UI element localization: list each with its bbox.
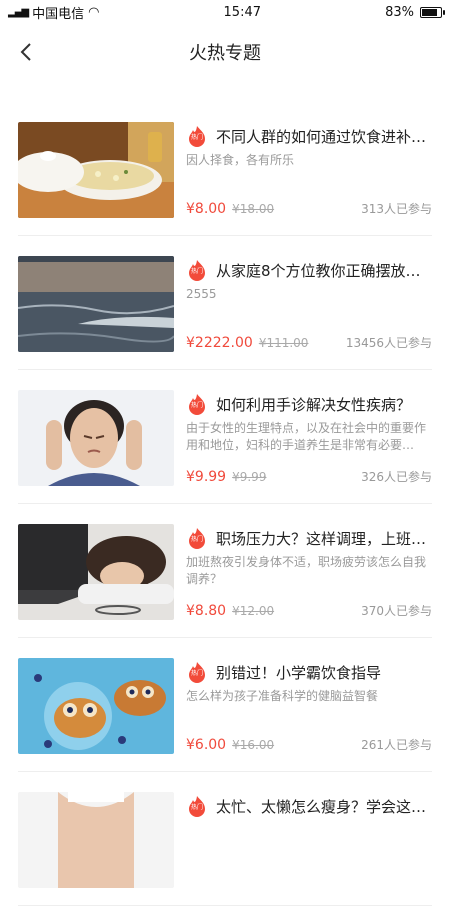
status-time: 15:47 (223, 4, 261, 20)
title-row: 热门 从家庭8个方位教你正确摆放… (186, 258, 432, 282)
topic-desc: 加班熬夜引发身体不适，职场疲劳该怎么自我调养？ (186, 555, 427, 586)
status-right: 83% (385, 4, 445, 20)
battery-fill (422, 8, 437, 16)
topic-desc: 怎么样为孩子准备科学的健脑益智餐 (186, 689, 379, 703)
meta-row: ¥6.00 ¥16.00 261人已参与 (186, 736, 432, 756)
topic-info: 热门 太忙、太懒怎么瘦身？学会这… (186, 794, 432, 890)
topic-desc: 因人择食，各有所乐 (186, 153, 295, 167)
wifi-icon: ◠ (88, 4, 100, 20)
title-row: 热门 职场压力大？这样调理，上班… (186, 526, 432, 550)
page-title: 火热专题 (189, 43, 261, 64)
title-row: 热门 太忙、太懒怎么瘦身？学会这… (186, 794, 432, 818)
topic-info: 热门 职场压力大？这样调理，上班… 加班熬夜引发身体不适，职场疲劳该怎么自我调养… (186, 526, 432, 622)
participant-count: 13456人已参与 (345, 336, 432, 350)
topic-image-woman-headache (18, 390, 174, 486)
status-left: ▂▄▆ 中国电信 ◠ (8, 3, 99, 22)
price: ¥8.80 (186, 603, 227, 619)
participant-count: 313人已参与 (361, 202, 432, 216)
hot-badge-label: 热门 (190, 804, 203, 811)
topic-image-soup-bowl (18, 122, 174, 218)
title-row: 热门 别错过！小学霸饮食指导 (186, 660, 432, 684)
topic-info: 热门 如何利用手诊解决女性疾病？ 由于女性的生理特点，以及在社会中的重要作用和地… (186, 392, 432, 488)
topic-info: 热门 别错过！小学霸饮食指导 怎么样为孩子准备科学的健脑益智餐 ¥6.00 ¥1… (186, 660, 432, 756)
title-row: 热门 不同人群的如何通过饮食进补… (186, 124, 432, 148)
participant-count: 261人已参与 (361, 738, 432, 752)
topic-item[interactable]: 热门 不同人群的如何通过饮食进补… 因人择食，各有所乐 ¥8.00 ¥18.00… (18, 102, 432, 236)
battery-percent: 83% (385, 4, 414, 20)
meta-row: ¥2222.00 ¥111.00 13456人已参与 (186, 334, 432, 354)
hot-badge: 热门 (186, 661, 208, 683)
topic-image-tired-worker (18, 524, 174, 620)
original-price: ¥12.00 (232, 604, 275, 618)
topic-list: 热门 不同人群的如何通过饮食进补… 因人择食，各有所乐 ¥8.00 ¥18.00… (0, 102, 450, 906)
hot-badge: 热门 (186, 527, 208, 549)
topic-item[interactable]: 热门 太忙、太懒怎么瘦身？学会这… (18, 772, 432, 906)
original-price: ¥9.99 (232, 470, 267, 484)
status-bar: ▂▄▆ 中国电信 ◠ 15:47 83% (0, 0, 450, 24)
hot-badge-label: 热门 (190, 536, 203, 543)
price: ¥6.00 (186, 737, 227, 753)
title-row: 热门 如何利用手诊解决女性疾病？ (186, 392, 432, 416)
topic-desc: 2555 (186, 287, 217, 301)
nav-bar: 火热专题 (0, 24, 450, 80)
hot-badge: 热门 (186, 125, 208, 147)
hot-badge: 热门 (186, 259, 208, 281)
hot-badge-label: 热门 (190, 670, 203, 677)
topic-info: 热门 不同人群的如何通过饮食进补… 因人择食，各有所乐 ¥8.00 ¥18.00… (186, 124, 432, 220)
carrier-name: 中国电信 (32, 6, 85, 22)
original-price: ¥111.00 (258, 336, 309, 350)
topic-image-fitness-body (18, 792, 174, 888)
topic-item[interactable]: 热门 从家庭8个方位教你正确摆放… 2555 ¥2222.00 ¥111.00 … (18, 236, 432, 370)
hot-badge: 热门 (186, 795, 208, 817)
topic-image-owl-pancakes (18, 658, 174, 754)
topic-item[interactable]: 热门 如何利用手诊解决女性疾病？ 由于女性的生理特点，以及在社会中的重要作用和地… (18, 370, 432, 504)
back-button[interactable] (12, 38, 40, 66)
topic-title: 从家庭8个方位教你正确摆放… (216, 261, 421, 280)
hot-badge-label: 热门 (190, 268, 203, 275)
meta-row: ¥9.99 ¥9.99 326人已参与 (186, 468, 432, 488)
participant-count: 370人已参与 (361, 604, 432, 618)
battery-icon (420, 6, 445, 18)
price: ¥2222.00 (186, 335, 253, 351)
topic-title: 别错过！小学霸饮食指导 (216, 663, 382, 682)
topic-info: 热门 从家庭8个方位教你正确摆放… 2555 ¥2222.00 ¥111.00 … (186, 258, 432, 354)
signal-icon: ▂▄▆ (8, 6, 29, 18)
original-price: ¥18.00 (232, 202, 275, 216)
topic-image-sea-waves (18, 256, 174, 352)
meta-row: ¥8.00 ¥18.00 313人已参与 (186, 200, 432, 220)
hot-badge-label: 热门 (190, 402, 203, 409)
topic-title: 太忙、太懒怎么瘦身？学会这… (216, 797, 427, 816)
topic-item[interactable]: 热门 职场压力大？这样调理，上班… 加班熬夜引发身体不适，职场疲劳该怎么自我调养… (18, 504, 432, 638)
chevron-left-icon (20, 43, 31, 61)
price: ¥8.00 (186, 201, 227, 217)
topic-item[interactable]: 热门 别错过！小学霸饮食指导 怎么样为孩子准备科学的健脑益智餐 ¥6.00 ¥1… (18, 638, 432, 772)
price: ¥9.99 (186, 469, 227, 485)
topic-title: 职场压力大？这样调理，上班… (216, 529, 427, 548)
hot-badge-label: 热门 (190, 134, 203, 141)
meta-row: ¥8.80 ¥12.00 370人已参与 (186, 602, 432, 622)
participant-count: 326人已参与 (361, 470, 432, 484)
topic-title: 不同人群的如何通过饮食进补… (216, 127, 427, 146)
topic-desc: 由于女性的生理特点，以及在社会中的重要作用和地位，妇科的手道养生是非常有必要… (186, 421, 427, 452)
topic-title: 如何利用手诊解决女性疾病？ (216, 395, 412, 414)
hot-badge: 热门 (186, 393, 208, 415)
original-price: ¥16.00 (232, 738, 275, 752)
